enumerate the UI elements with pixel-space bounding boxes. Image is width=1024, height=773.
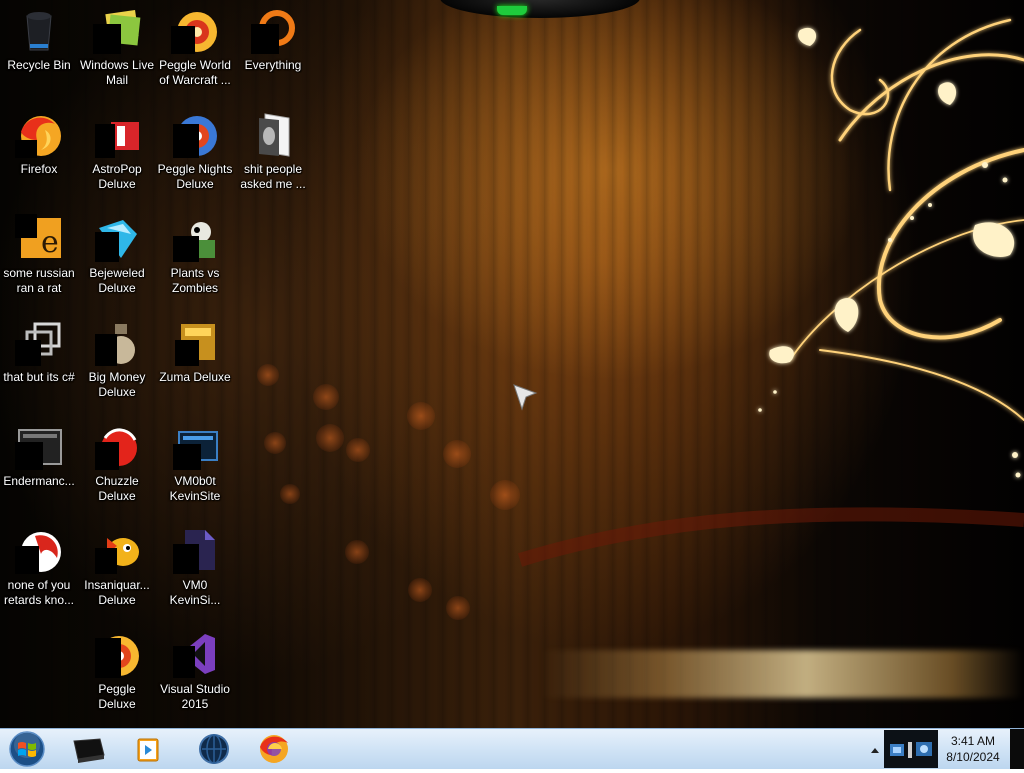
- zombie-icon: [171, 214, 219, 262]
- file-icon: [171, 526, 219, 574]
- desktop-icon-big-money-deluxe[interactable]: Big Money Deluxe: [78, 312, 156, 408]
- browser-icon: [15, 526, 63, 574]
- icon-label: Insaniquar... Deluxe: [84, 578, 150, 607]
- application-window-icon: [15, 422, 63, 470]
- network-icon[interactable]: [884, 730, 938, 768]
- icon-label: Peggle World of Warcraft ...: [159, 58, 231, 87]
- desktop-icon-chuzzle-deluxe[interactable]: Chuzzle Deluxe: [78, 416, 156, 512]
- icon-label: Plants vs Zombies: [170, 266, 220, 295]
- icon-label: Recycle Bin: [7, 58, 71, 72]
- fish-icon: [93, 526, 141, 574]
- start-button[interactable]: [4, 731, 50, 767]
- chevron-up-icon: [871, 748, 879, 753]
- desktop-icon-vm0-kevinsi[interactable]: VM0 KevinSi...: [156, 520, 234, 616]
- desktop-icon-zuma-deluxe[interactable]: Zuma Deluxe: [156, 312, 234, 408]
- wallpaper-light-band: [540, 650, 1024, 698]
- desktop-icon-vm0b0t-kevinsite[interactable]: VM0b0t KevinSite: [156, 416, 234, 512]
- svg-text:e: e: [41, 225, 59, 260]
- windows-logo-icon: [9, 731, 45, 767]
- peggle-icon: [171, 6, 219, 54]
- taskbar-app-globe[interactable]: [186, 731, 242, 767]
- desktop-icon-peggle-world-of-warcraft[interactable]: Peggle World of Warcraft ...: [156, 0, 234, 96]
- show-hidden-icons-button[interactable]: [866, 731, 884, 767]
- mouse-cursor-icon: [513, 384, 538, 411]
- desktop-icon-visual-studio-2015[interactable]: Visual Studio 2015: [156, 624, 234, 720]
- desktop-icon-windows-live-mail[interactable]: Windows Live Mail: [78, 0, 156, 96]
- icon-label: shit people asked me ...: [240, 162, 306, 191]
- icon-label: Bejeweled Deluxe: [89, 266, 145, 295]
- desktop-icon-that-but-its-csharp[interactable]: that but its c#: [0, 312, 78, 408]
- recycle-bin-icon: [15, 6, 63, 54]
- firefox-icon: [15, 110, 63, 158]
- shortcut-folder-icon: [15, 318, 63, 366]
- peggle-icon: [171, 110, 219, 158]
- visual-studio-icon: [171, 630, 219, 678]
- clock-date: 8/10/2024: [946, 750, 1000, 764]
- icon-label: Firefox: [20, 162, 58, 176]
- desktop-icon-shit-people-asked-me[interactable]: shit people asked me ...: [234, 104, 312, 200]
- icon-label: Endermanc...: [3, 474, 75, 488]
- clock-time: 3:41 AM: [950, 734, 996, 748]
- taskbar: 3:41 AM 8/10/2024: [0, 728, 1024, 769]
- search-icon: [249, 6, 297, 54]
- media-player-icon: [137, 738, 159, 762]
- folder-icon: [249, 110, 297, 158]
- clock[interactable]: 3:41 AM 8/10/2024: [938, 731, 1008, 767]
- desktop-icon-recycle-bin[interactable]: Recycle Bin: [0, 0, 78, 96]
- desktop-icon-firefox[interactable]: Firefox: [0, 104, 78, 200]
- icon-label: Zuma Deluxe: [159, 370, 231, 384]
- taskbar-app-media-player[interactable]: [120, 731, 176, 767]
- icon-label: Big Money Deluxe: [88, 370, 146, 399]
- icon-label: that but its c#: [3, 370, 75, 384]
- desktop-icon-everything[interactable]: Everything: [234, 0, 312, 96]
- icon-label: Peggle Nights Deluxe: [157, 162, 233, 191]
- globe-icon: [199, 734, 229, 764]
- firefox-icon: [260, 735, 288, 763]
- icon-label: Visual Studio 2015: [160, 682, 230, 711]
- icon-label: Windows Live Mail: [79, 58, 155, 87]
- gem-icon: [93, 214, 141, 262]
- money-bag-icon: [93, 318, 141, 366]
- mail-icon: [93, 6, 141, 54]
- icon-label: AstroPop Deluxe: [92, 162, 142, 191]
- icon-label: Chuzzle Deluxe: [95, 474, 139, 503]
- desktop-icon-none-of-you-retards[interactable]: none of you retards kno...: [0, 520, 78, 616]
- astropop-icon: [93, 110, 141, 158]
- desktop-icon-some-russian-ran-a-rat[interactable]: e some russian ran a rat: [0, 208, 78, 304]
- icon-label: Everything: [244, 58, 302, 72]
- desktop-icon-astropop-deluxe[interactable]: AstroPop Deluxe: [78, 104, 156, 200]
- system-tray: [884, 730, 938, 768]
- terminal-icon: [73, 738, 105, 763]
- chuzzle-icon: [93, 422, 141, 470]
- icon-label: some russian ran a rat: [3, 266, 75, 295]
- show-desktop-button[interactable]: [1010, 729, 1024, 769]
- taskbar-app-terminal[interactable]: [60, 731, 116, 767]
- icon-label: Peggle Deluxe: [98, 682, 136, 711]
- icon-label: VM0 KevinSi...: [169, 578, 221, 607]
- desktop-icon-endermanch[interactable]: Endermanc...: [0, 416, 78, 512]
- zuma-frog-icon: [171, 318, 219, 366]
- server-icon: [171, 422, 219, 470]
- icon-label: VM0b0t KevinSite: [169, 474, 221, 503]
- document-icon: e: [15, 214, 63, 262]
- peggle-icon: [93, 630, 141, 678]
- taskbar-app-firefox[interactable]: [246, 731, 302, 767]
- icon-label: none of you retards kno...: [3, 578, 75, 607]
- desktop-icon-peggle-deluxe[interactable]: Peggle Deluxe: [78, 624, 156, 720]
- desktop-icon-peggle-nights-deluxe[interactable]: Peggle Nights Deluxe: [156, 104, 234, 200]
- desktop-icon-plants-vs-zombies[interactable]: Plants vs Zombies: [156, 208, 234, 304]
- desktop-icon-insaniquarium-deluxe[interactable]: Insaniquar... Deluxe: [78, 520, 156, 616]
- desktop-icon-bejeweled-deluxe[interactable]: Bejeweled Deluxe: [78, 208, 156, 304]
